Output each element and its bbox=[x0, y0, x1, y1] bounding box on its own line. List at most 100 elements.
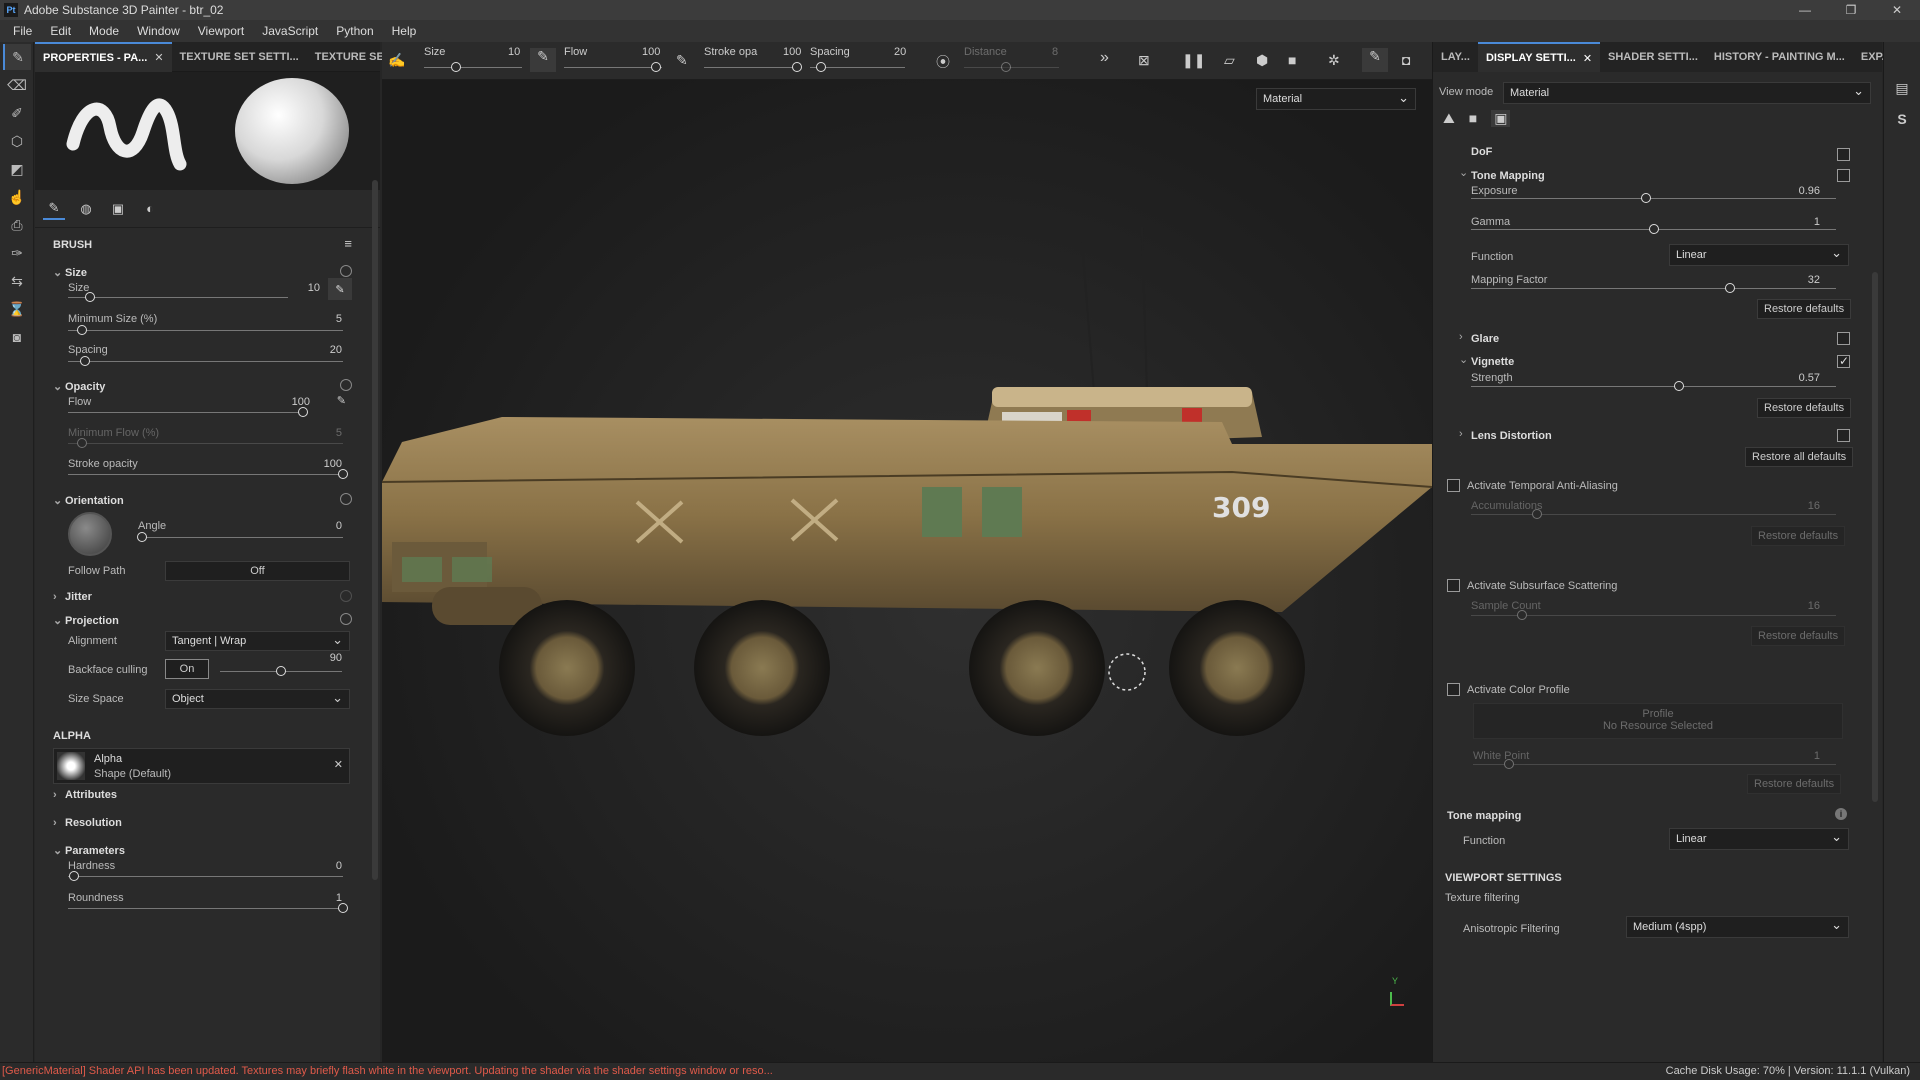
min-size-value[interactable]: 5 bbox=[336, 313, 342, 325]
tab-history[interactable]: HISTORY - PAINTING M... bbox=[1706, 42, 1853, 72]
camera-tool-icon[interactable]: ◙ bbox=[3, 324, 31, 350]
chevron-down-icon[interactable]: ⌄ bbox=[1459, 166, 1468, 179]
toolbar-stroke-value[interactable]: 100 bbox=[783, 46, 801, 58]
hardness-value[interactable]: 0 bbox=[336, 860, 342, 872]
jitter-group[interactable]: › Jitter bbox=[53, 591, 92, 603]
strength-slider[interactable] bbox=[1471, 381, 1836, 391]
tab-properties[interactable]: PROPERTIES - PA... ✕ bbox=[35, 41, 172, 72]
backface-angle-value[interactable]: 90 bbox=[330, 652, 342, 664]
properties-dock-icon[interactable]: ▤ bbox=[1893, 80, 1911, 97]
hardness-slider[interactable] bbox=[68, 871, 343, 881]
toolbar-spacing-knob[interactable] bbox=[816, 62, 826, 72]
preset-menu-icon[interactable]: ≡ bbox=[344, 236, 352, 251]
smudge-tool-icon[interactable]: ☝ bbox=[3, 184, 31, 210]
brush-tool-icon[interactable]: ✎ bbox=[3, 44, 31, 70]
left-panel-scrollbar[interactable] bbox=[372, 180, 378, 880]
viewer-settings-icon[interactable]: ▣ bbox=[1491, 110, 1511, 127]
taa-label[interactable]: Activate Temporal Anti-Aliasing bbox=[1467, 480, 1618, 492]
reset-icon[interactable] bbox=[340, 379, 352, 391]
size-value[interactable]: 10 bbox=[308, 282, 320, 294]
geometry-mask-tool-icon[interactable]: ⬡ bbox=[3, 128, 31, 154]
bake-tool-icon[interactable]: ⇆ bbox=[3, 268, 31, 294]
attributes-group[interactable]: › Attributes bbox=[53, 789, 117, 801]
flow-slider-knob[interactable] bbox=[298, 407, 308, 417]
reset-icon[interactable] bbox=[340, 613, 352, 625]
clone-tool-icon[interactable]: ⎙ bbox=[3, 212, 31, 238]
alpha-resource[interactable]: Alpha Shape (Default) ✕ bbox=[53, 748, 350, 784]
view-3d-icon[interactable]: ⬢ bbox=[1256, 52, 1268, 69]
spacing-value[interactable]: 20 bbox=[330, 344, 342, 356]
info-icon[interactable]: i bbox=[1835, 808, 1847, 820]
camera-settings-icon[interactable]: ■ bbox=[1469, 110, 1477, 127]
restore-defaults-tone-button[interactable]: Restore defaults bbox=[1757, 299, 1852, 319]
menu-viewport[interactable]: Viewport bbox=[189, 24, 253, 38]
color-profile-checkbox[interactable] bbox=[1447, 683, 1460, 696]
backface-angle-knob[interactable] bbox=[276, 666, 286, 676]
follow-path-toggle[interactable]: Off bbox=[165, 561, 350, 581]
gamma-value[interactable]: 1 bbox=[1814, 216, 1820, 228]
stroke-pressure-icon[interactable]: ✎ bbox=[676, 52, 688, 69]
mapping-factor-knob[interactable] bbox=[1725, 283, 1736, 293]
parameters-group[interactable]: ⌄ Parameters bbox=[53, 844, 125, 857]
backface-culling-toggle[interactable]: On bbox=[165, 659, 209, 679]
lazy-mouse-icon[interactable]: ✍ bbox=[388, 52, 405, 69]
resolution-group[interactable]: › Resolution bbox=[53, 817, 122, 829]
color-profile-label[interactable]: Activate Color Profile bbox=[1467, 684, 1570, 696]
camera-icon[interactable]: ■ bbox=[1288, 52, 1296, 68]
sss-checkbox[interactable] bbox=[1447, 579, 1460, 592]
view-mode-dropdown[interactable]: Material bbox=[1503, 82, 1871, 104]
backface-angle-slider[interactable] bbox=[220, 666, 342, 676]
mapping-factor-slider[interactable] bbox=[1471, 283, 1836, 293]
flow-slider[interactable] bbox=[68, 407, 308, 417]
viewport-mode-dropdown[interactable]: Material bbox=[1256, 88, 1416, 110]
stroke-opacity-slider-knob[interactable] bbox=[338, 469, 348, 479]
toolbar-stroke-slider[interactable] bbox=[704, 67, 797, 68]
menu-help[interactable]: Help bbox=[383, 24, 426, 38]
alpha-tab-icon[interactable]: ◐ bbox=[139, 198, 161, 220]
min-size-slider[interactable] bbox=[68, 325, 343, 335]
color-picker-tool-icon[interactable]: ✑ bbox=[3, 240, 31, 266]
menu-window[interactable]: Window bbox=[128, 24, 189, 38]
close-button[interactable]: ✕ bbox=[1874, 0, 1920, 20]
gamma-knob[interactable] bbox=[1648, 224, 1659, 234]
environment-icon[interactable]: ✲ bbox=[1328, 52, 1340, 69]
toolbar-flow-value[interactable]: 100 bbox=[642, 46, 660, 58]
opacity-group[interactable]: ⌄ Opacity bbox=[53, 380, 105, 393]
stroke-opacity-slider[interactable] bbox=[68, 469, 348, 479]
restore-defaults-vignette-button[interactable]: Restore defaults bbox=[1757, 398, 1852, 418]
strength-knob[interactable] bbox=[1674, 381, 1685, 391]
maximize-button[interactable]: ❐ bbox=[1828, 0, 1874, 20]
tone-mapping-checkbox[interactable] bbox=[1837, 169, 1850, 182]
chevron-right-icon[interactable]: › bbox=[1459, 331, 1463, 343]
pause-icon[interactable]: ❚❚ bbox=[1182, 52, 1205, 69]
close-tab-icon[interactable]: ✕ bbox=[154, 51, 163, 64]
tab-display-settings[interactable]: DISPLAY SETTI... ✕ bbox=[1477, 42, 1601, 72]
hardness-knob[interactable] bbox=[68, 871, 79, 881]
minimize-button[interactable]: — bbox=[1782, 0, 1828, 20]
angle-dial[interactable] bbox=[68, 512, 112, 556]
alignment-dropdown[interactable]: Tangent | Wrap bbox=[165, 631, 350, 651]
measure-tool-icon[interactable]: ⌛ bbox=[3, 296, 31, 322]
tab-layers[interactable]: LAY... bbox=[1433, 42, 1478, 72]
toolbar-spacing-value[interactable]: 20 bbox=[894, 46, 906, 58]
polygon-fill-tool-icon[interactable]: ◩ bbox=[3, 156, 31, 182]
view-2d-icon[interactable]: ▱ bbox=[1224, 52, 1235, 69]
vignette-checkbox[interactable] bbox=[1837, 354, 1850, 368]
right-panel-scrollbar[interactable] bbox=[1872, 272, 1878, 802]
size-space-dropdown[interactable]: Object bbox=[165, 689, 350, 709]
material-tab-icon[interactable]: ◍ bbox=[75, 198, 97, 220]
screenshot-icon[interactable]: ◘ bbox=[1402, 52, 1410, 68]
tab-texture-set-settings[interactable]: TEXTURE SET SETTI... bbox=[172, 42, 307, 72]
vignette-label[interactable]: Vignette bbox=[1471, 356, 1514, 368]
function-2-dropdown[interactable]: Linear bbox=[1669, 828, 1849, 850]
stencil-tab-icon[interactable]: ▣ bbox=[107, 198, 129, 220]
sss-label[interactable]: Activate Subsurface Scattering bbox=[1467, 580, 1617, 592]
tab-shader-settings[interactable]: SHADER SETTI... bbox=[1600, 42, 1706, 72]
angle-slider-knob[interactable] bbox=[137, 532, 148, 542]
toolbar-flow-knob[interactable] bbox=[651, 62, 661, 72]
pen-pressure-icon[interactable]: ✎ bbox=[337, 394, 346, 407]
orientation-group[interactable]: ⌄ Orientation bbox=[53, 494, 124, 507]
strength-value[interactable]: 0.57 bbox=[1799, 372, 1820, 384]
gamma-slider[interactable] bbox=[1471, 224, 1836, 234]
symmetry-icon[interactable]: ⊠ bbox=[1138, 52, 1150, 69]
